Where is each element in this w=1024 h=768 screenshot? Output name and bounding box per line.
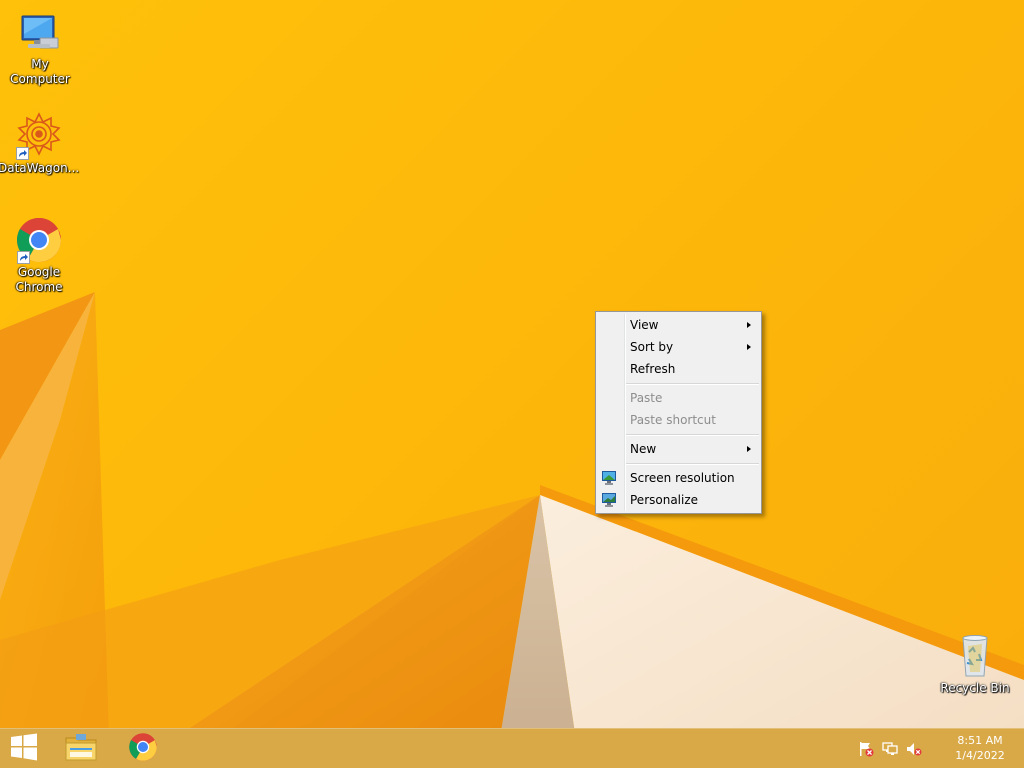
recycle-bin-icon — [951, 632, 999, 680]
menu-item-label: View — [630, 318, 659, 332]
menu-item-label: Sort by — [630, 340, 674, 354]
shortcut-arrow-icon — [16, 147, 29, 160]
desktop-icon-label: Google Chrome — [15, 265, 63, 294]
menu-separator — [596, 380, 761, 387]
taskbar-file-explorer[interactable] — [58, 729, 104, 768]
desktop-icon-label: Recycle Bin — [940, 681, 1010, 695]
wallpaper — [0, 292, 1024, 768]
menu-separator — [596, 460, 761, 467]
desktop-icon-my-computer[interactable]: My Computer — [0, 8, 80, 87]
shortcut-arrow-icon — [17, 251, 30, 264]
menu-item-personalize[interactable]: Personalize — [596, 489, 761, 511]
desktop-icon-label: DataWagon... — [0, 161, 80, 175]
submenu-arrow-icon — [747, 322, 751, 328]
desktop-icon-google-chrome[interactable]: Google Chrome — [0, 216, 79, 295]
start-button[interactable] — [4, 729, 44, 768]
menu-item-label: Paste — [630, 391, 663, 405]
chrome-icon — [128, 732, 158, 766]
menu-item-label: Personalize — [630, 493, 699, 507]
desktop[interactable]: My Computer DataWagon... Google Chrome R… — [0, 0, 1024, 768]
desktop-icon-label: My Computer — [10, 57, 70, 86]
clock-date: 1/4/2022 — [955, 749, 1005, 762]
menu-item-label: Screen resolution — [630, 471, 735, 485]
network-icon[interactable] — [882, 741, 898, 757]
system-tray: 8:51 AM 1/4/2022 — [854, 729, 1024, 768]
action-center-flag-icon[interactable] — [858, 741, 874, 757]
volume-muted-icon[interactable] — [906, 741, 922, 757]
submenu-arrow-icon — [747, 344, 751, 350]
clock[interactable]: 8:51 AM 1/4/2022 — [950, 733, 1010, 763]
menu-item-view[interactable]: View — [596, 314, 761, 336]
desktop-icon-recycle-bin[interactable]: Recycle Bin — [935, 632, 1015, 696]
taskbar-google-chrome[interactable] — [120, 729, 166, 768]
menu-item-screen-resolution[interactable]: Screen resolution — [596, 467, 761, 489]
desktop-icon-datawagon[interactable]: DataWagon... — [0, 112, 80, 176]
clock-time: 8:51 AM — [957, 734, 1003, 747]
taskbar: 8:51 AM 1/4/2022 — [0, 728, 1024, 768]
windows-logo-icon — [10, 733, 38, 765]
menu-item-label: Paste shortcut — [630, 413, 716, 427]
desktop-context-menu: View Sort by Refresh Paste Paste shortcu… — [595, 311, 762, 514]
personalize-icon — [601, 492, 617, 508]
menu-item-label: Refresh — [630, 362, 676, 376]
menu-item-label: New — [630, 442, 657, 456]
menu-item-refresh[interactable]: Refresh — [596, 358, 761, 380]
computer-icon — [16, 8, 64, 56]
datawagon-icon — [14, 112, 62, 160]
menu-item-sort-by[interactable]: Sort by — [596, 336, 761, 358]
menu-separator — [596, 431, 761, 438]
folder-icon — [64, 732, 98, 766]
submenu-arrow-icon — [747, 446, 751, 452]
menu-item-new[interactable]: New — [596, 438, 761, 460]
menu-item-paste: Paste — [596, 387, 761, 409]
monitor-icon — [601, 470, 617, 486]
menu-item-paste-shortcut: Paste shortcut — [596, 409, 761, 431]
chrome-icon — [15, 216, 63, 264]
